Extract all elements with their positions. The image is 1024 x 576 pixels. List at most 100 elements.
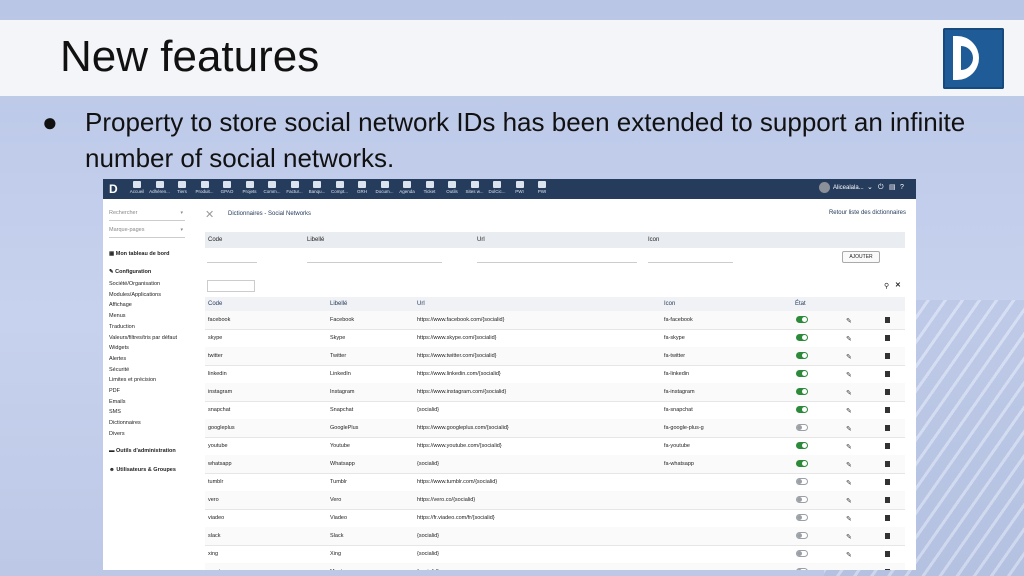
edit-icon[interactable]: ✎ (846, 479, 852, 487)
trash-icon[interactable] (885, 569, 890, 570)
nav-item[interactable]: DolCic... (486, 180, 508, 194)
help-icon[interactable]: ? (900, 184, 907, 191)
edit-icon[interactable]: ✎ (846, 533, 852, 541)
sidebar-link[interactable]: Valeurs/filtres/tris par défaut (109, 335, 177, 341)
edit-icon[interactable]: ✎ (846, 497, 852, 505)
avatar[interactable] (819, 182, 830, 193)
user-name[interactable]: Alicealala... (833, 185, 864, 191)
trash-icon[interactable] (885, 551, 890, 557)
col-code[interactable]: Code (208, 301, 222, 307)
nav-item[interactable]: Sites w... (464, 180, 486, 194)
nav-item[interactable]: GPAO (216, 180, 238, 194)
nav-item[interactable]: Comm... (261, 180, 283, 194)
trash-icon[interactable] (885, 389, 890, 395)
sidebar-link[interactable]: Limites et précision (109, 377, 156, 383)
sidebar-link[interactable]: Société/Organisation (109, 281, 160, 287)
trash-icon[interactable] (885, 479, 890, 485)
col-icon[interactable]: Icon (664, 301, 675, 307)
nav-item[interactable]: Agenda (396, 180, 418, 194)
nav-item[interactable]: Banqu... (306, 180, 328, 194)
logout-icon[interactable]: ⏻ (878, 184, 885, 191)
bookmarks-select[interactable]: Marque-pages ▾ (109, 227, 185, 238)
edit-icon[interactable]: ✎ (846, 461, 852, 469)
nav-item[interactable]: Adhéren... (149, 180, 171, 194)
status-toggle[interactable] (796, 460, 808, 467)
status-toggle[interactable] (796, 370, 808, 377)
search-input[interactable] (207, 280, 255, 292)
status-toggle[interactable] (796, 388, 808, 395)
status-toggle[interactable] (796, 424, 808, 431)
edit-icon[interactable]: ✎ (846, 389, 852, 397)
trash-icon[interactable] (885, 317, 890, 323)
trash-icon[interactable] (885, 425, 890, 431)
add-button[interactable]: AJOUTER (842, 251, 880, 263)
status-toggle[interactable] (796, 514, 808, 521)
status-toggle[interactable] (796, 478, 808, 485)
sidebar-config-head[interactable]: ✎ Configuration (109, 269, 151, 275)
sidebar-admin-tools[interactable]: ▬ Outils d'administration (109, 448, 176, 454)
search-select[interactable]: Rechercher ▾ (109, 210, 185, 221)
sidebar-link[interactable]: Widgets (109, 345, 129, 351)
nav-item[interactable]: Projets (239, 180, 261, 194)
print-icon[interactable]: ▤ (889, 184, 896, 191)
edit-icon[interactable]: ✎ (846, 443, 852, 451)
nav-item[interactable]: Docum... (374, 180, 396, 194)
close-icon[interactable]: ✕ (895, 281, 901, 289)
status-toggle[interactable] (796, 352, 808, 359)
app-logo[interactable]: D (109, 182, 118, 196)
nav-item[interactable]: Tiers (171, 180, 193, 194)
trash-icon[interactable] (885, 407, 890, 413)
status-toggle[interactable] (796, 334, 808, 341)
chevron-down-icon[interactable]: ⌄ (867, 184, 874, 191)
nav-item[interactable]: Outils (441, 180, 463, 194)
trash-icon[interactable] (885, 461, 890, 467)
edit-icon[interactable]: ✎ (846, 569, 852, 570)
status-toggle[interactable] (796, 406, 808, 413)
edit-icon[interactable]: ✎ (846, 551, 852, 559)
status-toggle[interactable] (796, 550, 808, 557)
edit-icon[interactable]: ✎ (846, 407, 852, 415)
label-field[interactable] (307, 262, 442, 263)
sidebar-dashboard[interactable]: ▦ Mon tableau de bord (109, 251, 170, 257)
col-label[interactable]: Libellé (330, 301, 347, 307)
col-url[interactable]: Url (417, 301, 425, 307)
nav-item[interactable]: PWI (509, 180, 531, 194)
nav-item[interactable]: Produit... (194, 180, 216, 194)
trash-icon[interactable] (885, 533, 890, 539)
search-icon[interactable]: ⚲ (884, 282, 889, 290)
sidebar-link[interactable]: Affichage (109, 302, 132, 308)
code-field[interactable] (207, 262, 257, 263)
sidebar-link[interactable]: PDF (109, 388, 120, 394)
sidebar-link[interactable]: Dictionnaires (109, 420, 141, 426)
edit-icon[interactable]: ✎ (846, 353, 852, 361)
nav-item[interactable]: Factur... (284, 180, 306, 194)
trash-icon[interactable] (885, 443, 890, 449)
edit-icon[interactable]: ✎ (846, 371, 852, 379)
sidebar-link[interactable]: Modules/Applications (109, 292, 161, 298)
sidebar-link[interactable]: SMS (109, 409, 121, 415)
sidebar-link[interactable]: Divers (109, 431, 125, 437)
sidebar-link[interactable]: Alertes (109, 356, 126, 362)
sidebar-users-groups[interactable]: ☻ Utilisateurs & Groupes (109, 467, 176, 473)
sidebar-link[interactable]: Menus (109, 313, 126, 319)
status-toggle[interactable] (796, 532, 808, 539)
edit-icon[interactable]: ✎ (846, 515, 852, 523)
nav-item[interactable]: Compt... (329, 180, 351, 194)
nav-item[interactable]: PWI (531, 180, 553, 194)
sidebar-link[interactable]: Sécurité (109, 367, 129, 373)
status-toggle[interactable] (796, 568, 808, 570)
status-toggle[interactable] (796, 316, 808, 323)
col-state[interactable]: État (795, 301, 806, 307)
edit-icon[interactable]: ✎ (846, 335, 852, 343)
edit-icon[interactable]: ✎ (846, 317, 852, 325)
nav-item[interactable]: Ticket (419, 180, 441, 194)
icon-field[interactable] (648, 262, 733, 263)
trash-icon[interactable] (885, 497, 890, 503)
nav-item[interactable]: GRH (351, 180, 373, 194)
url-field[interactable] (477, 262, 637, 263)
status-toggle[interactable] (796, 442, 808, 449)
trash-icon[interactable] (885, 371, 890, 377)
trash-icon[interactable] (885, 335, 890, 341)
sidebar-link[interactable]: Emails (109, 399, 126, 405)
edit-icon[interactable]: ✎ (846, 425, 852, 433)
